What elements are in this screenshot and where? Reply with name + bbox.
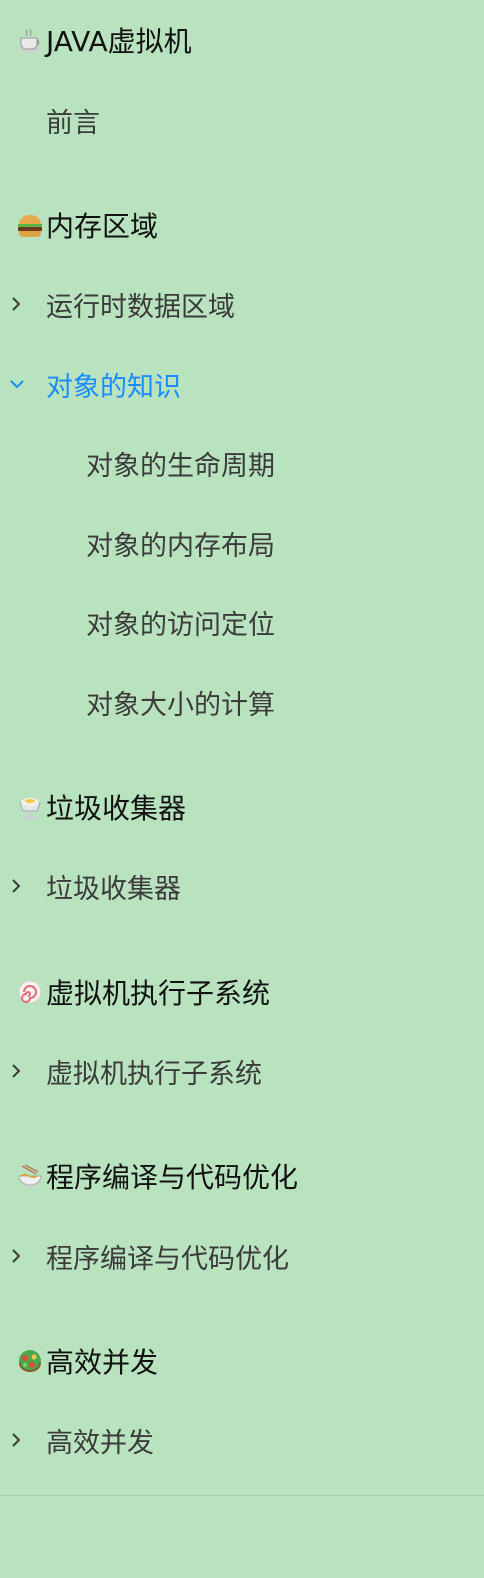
section-title-memory-area: 内存区域	[16, 205, 158, 245]
burger-icon	[16, 211, 44, 239]
section-title-garbage-collector: 垃圾收集器	[16, 787, 186, 827]
section-title-label: 垃圾收集器	[46, 792, 187, 825]
nav-item-label: 对象的访问定位	[86, 609, 275, 641]
chevron-right-icon	[12, 1249, 21, 1263]
section-title-label: 高效并发	[46, 1346, 159, 1379]
chevron-right-icon	[12, 297, 21, 311]
divider	[0, 1495, 484, 1496]
section-title-label: JAVA虚拟机	[46, 25, 192, 58]
section-title-label: 内存区域	[46, 210, 159, 243]
nav-item-label: 对象大小的计算	[86, 689, 275, 721]
nav-item-label: 前言	[46, 107, 100, 139]
chevron-right-icon	[12, 1433, 21, 1447]
section-title-java-vm: JAVA虚拟机	[16, 20, 192, 60]
chevron-right-icon	[12, 1064, 21, 1078]
chevron-down-icon	[10, 380, 24, 389]
ice-dessert-icon	[16, 793, 44, 821]
salad-icon	[16, 1347, 44, 1375]
nav-item-label: 程序编译与代码优化	[46, 1243, 289, 1275]
section-title-vm-execution-subsystem: 虚拟机执行子系统	[16, 972, 270, 1012]
chevron-right-icon	[12, 879, 21, 893]
noodle-bowl-icon	[16, 1162, 44, 1190]
sidebar-nav: JAVA虚拟机 前言 内存区域 运行时数据区域 对象的知识 对象的生命周期 对象…	[0, 0, 484, 1578]
nav-item-label: 对象的生命周期	[86, 450, 275, 482]
section-title-concurrency: 高效并发	[16, 1341, 158, 1381]
section-title-label: 程序编译与代码优化	[46, 1161, 299, 1194]
coffee-icon	[16, 26, 44, 54]
nav-item-label: 虚拟机执行子系统	[46, 1058, 262, 1090]
nav-item-label: 垃圾收集器	[46, 873, 181, 905]
nav-item-label: 运行时数据区域	[46, 291, 235, 323]
section-title-compile-optimization: 程序编译与代码优化	[16, 1156, 298, 1196]
nav-item-label: 高效并发	[46, 1427, 154, 1459]
nav-item-label: 对象的内存布局	[86, 530, 275, 562]
section-title-label: 虚拟机执行子系统	[46, 977, 271, 1010]
nav-item-label: 对象的知识	[46, 371, 181, 403]
fish-cake-icon	[16, 978, 44, 1006]
